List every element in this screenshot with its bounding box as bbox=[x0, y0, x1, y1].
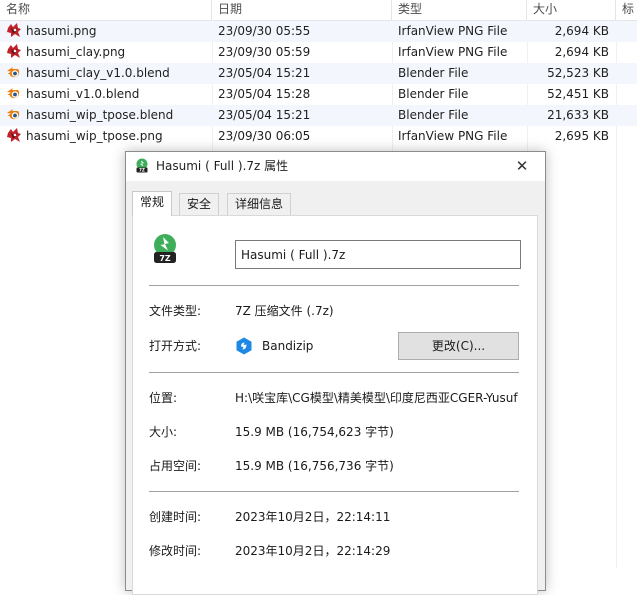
sevenzip-archive-icon: 7Z bbox=[154, 234, 176, 263]
file-name: hasumi_wip_tpose.blend bbox=[26, 108, 174, 122]
irfanview-png-icon bbox=[6, 43, 22, 59]
file-type: IrfanView PNG File bbox=[398, 24, 508, 38]
file-size: 21,633 KB bbox=[547, 108, 609, 122]
irfanview-png-icon bbox=[6, 22, 22, 38]
column-header-size[interactable]: 大小 bbox=[527, 0, 616, 20]
filename-input[interactable] bbox=[235, 240, 521, 269]
size-label: 大小: bbox=[149, 425, 178, 439]
file-row[interactable]: hasumi_v1.0.blend 23/05/04 15:28 Blender F… bbox=[0, 84, 637, 105]
file-name: hasumi_clay_v1.0.blend bbox=[26, 66, 170, 80]
file-name-cell: hasumi_wip_tpose.blend bbox=[6, 105, 211, 126]
file-date: 23/05/04 15:21 bbox=[218, 66, 311, 80]
tab-security[interactable]: 安全 bbox=[179, 193, 220, 215]
file-name: hasumi_wip_tpose.png bbox=[26, 129, 163, 143]
file-name: hasumi_clay.png bbox=[26, 45, 126, 59]
divider bbox=[149, 285, 519, 286]
file-type: Blender File bbox=[398, 108, 469, 122]
size-value: 15.9 MB (16,754,623 字节) bbox=[235, 425, 394, 439]
file-type-value: 7Z 压缩文件 (.7z) bbox=[235, 304, 334, 318]
file-date: 23/05/04 15:21 bbox=[218, 108, 311, 122]
file-type: Blender File bbox=[398, 66, 469, 80]
svg-text:7Z: 7Z bbox=[159, 254, 171, 263]
file-row[interactable]: hasumi_clay.png 23/09/30 05:59 IrfanView P… bbox=[0, 42, 637, 63]
properties-dialog: 7Z Hasumi ( Full ).7z 属性 ✕ 常规 安全 详细信息 7Z… bbox=[125, 151, 546, 595]
close-button[interactable]: ✕ bbox=[499, 152, 545, 181]
sevenzip-archive-icon: 7Z bbox=[136, 158, 148, 173]
tab-general[interactable]: 常规 bbox=[132, 191, 173, 216]
created-label: 创建时间: bbox=[149, 510, 202, 524]
file-type: IrfanView PNG File bbox=[398, 129, 508, 143]
file-list-header: 名称 日期 类型 大小 标 bbox=[0, 0, 637, 21]
divider bbox=[149, 372, 519, 373]
size-on-disk-label: 占用空间: bbox=[149, 459, 202, 473]
column-header-date[interactable]: 日期 bbox=[212, 0, 392, 20]
tab-details[interactable]: 详细信息 bbox=[227, 193, 292, 215]
blender-icon bbox=[6, 106, 22, 122]
file-row[interactable]: hasumi.png 23/09/30 05:55 IrfanView PNG Fi… bbox=[0, 21, 637, 42]
general-tab-panel: 7Z 文件类型: 7Z 压缩文件 (.7z) 打开方式: Bandizip 更改… bbox=[132, 215, 538, 595]
file-row[interactable]: hasumi_clay_v1.0.blend 23/05/04 15:21 Blen… bbox=[0, 63, 637, 84]
file-row[interactable]: hasumi_wip_tpose.png 23/09/30 06:05 IrfanV… bbox=[0, 126, 637, 147]
file-name-cell: hasumi_clay.png bbox=[6, 42, 211, 63]
close-icon: ✕ bbox=[515, 157, 529, 175]
location-value: H:\咲宝库\CG模型\精美模型\印度尼西亚CGER-Yusuf bbox=[235, 391, 518, 405]
file-name: hasumi.png bbox=[26, 24, 97, 38]
file-name-cell: hasumi_clay_v1.0.blend bbox=[6, 63, 211, 84]
column-header-name[interactable]: 名称 bbox=[0, 0, 212, 20]
column-header-type[interactable]: 类型 bbox=[392, 0, 527, 20]
file-name-cell: hasumi.png bbox=[6, 21, 211, 42]
divider bbox=[149, 491, 519, 492]
irfanview-png-icon bbox=[6, 127, 22, 143]
opens-with-label: 打开方式: bbox=[149, 339, 202, 353]
bandizip-icon bbox=[236, 337, 252, 355]
file-date: 23/09/30 05:55 bbox=[218, 24, 311, 38]
blender-icon bbox=[6, 64, 22, 80]
blender-icon bbox=[6, 85, 22, 101]
created-value: 2023年10月2日，22:14:11 bbox=[235, 510, 391, 524]
file-type: IrfanView PNG File bbox=[398, 45, 508, 59]
file-date: 23/09/30 05:59 bbox=[218, 45, 311, 59]
svg-text:7Z: 7Z bbox=[139, 168, 145, 173]
file-date: 23/09/30 06:05 bbox=[218, 129, 311, 143]
file-type: Blender File bbox=[398, 87, 469, 101]
file-size: 52,451 KB bbox=[547, 87, 609, 101]
dialog-titlebar[interactable]: 7Z Hasumi ( Full ).7z 属性 ✕ bbox=[126, 152, 545, 181]
file-type-label: 文件类型: bbox=[149, 304, 202, 318]
file-size: 2,695 KB bbox=[554, 129, 609, 143]
file-name: hasumi_v1.0.blend bbox=[26, 87, 140, 101]
file-size: 2,694 KB bbox=[554, 24, 609, 38]
column-header-tags[interactable]: 标 bbox=[616, 0, 637, 20]
file-size: 2,694 KB bbox=[554, 45, 609, 59]
file-name-cell: hasumi_wip_tpose.png bbox=[6, 126, 211, 147]
opens-with-app: Bandizip bbox=[262, 339, 314, 353]
file-date: 23/05/04 15:28 bbox=[218, 87, 311, 101]
size-on-disk-value: 15.9 MB (16,756,736 字节) bbox=[235, 459, 394, 473]
change-button[interactable]: 更改(C)... bbox=[398, 332, 519, 360]
file-row[interactable]: hasumi_wip_tpose.blend 23/05/04 15:21 Blen… bbox=[0, 105, 637, 126]
location-label: 位置: bbox=[149, 391, 178, 405]
dialog-title: Hasumi ( Full ).7z 属性 bbox=[156, 159, 289, 173]
file-size: 52,523 KB bbox=[547, 66, 609, 80]
modified-label: 修改时间: bbox=[149, 544, 202, 558]
file-name-cell: hasumi_v1.0.blend bbox=[6, 84, 211, 105]
modified-value: 2023年10月2日，22:14:29 bbox=[235, 544, 391, 558]
